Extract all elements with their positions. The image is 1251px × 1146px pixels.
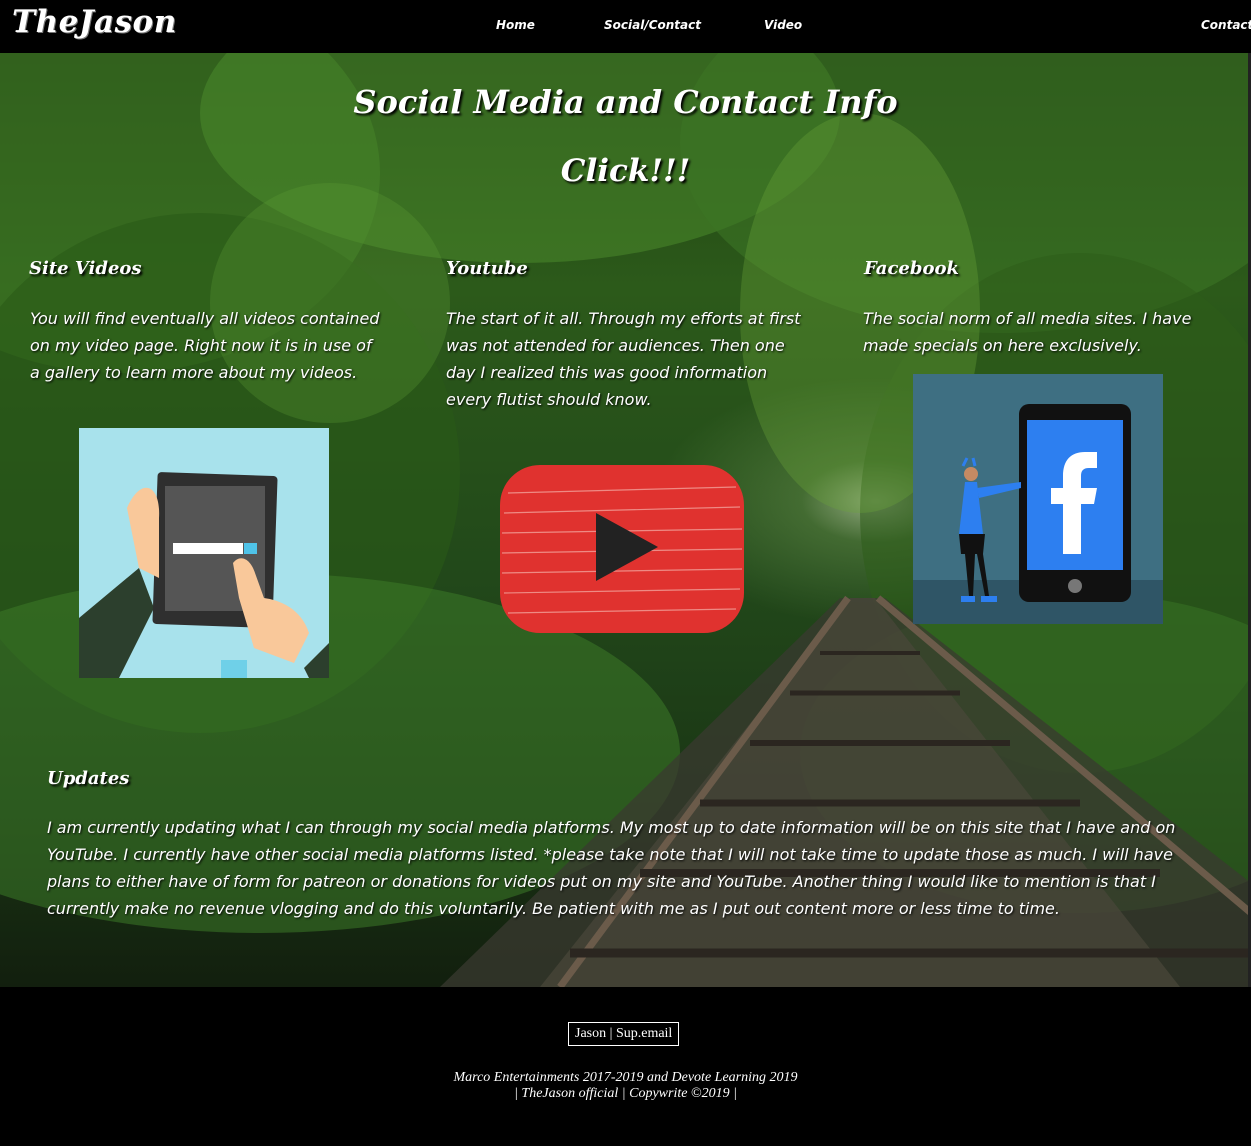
footer-contact-email[interactable]: Sup.email: [616, 1026, 672, 1041]
updates-heading: Updates: [47, 768, 130, 789]
youtube-text: The start of it all. Through my efforts …: [446, 309, 801, 409]
nav-contact[interactable]: Contact: [1201, 18, 1251, 32]
page-title: Social Media and Contact Info: [353, 83, 898, 121]
top-navbar: TheJason Home Social/Contact Video Conta…: [0, 0, 1251, 53]
facebook-text: The social norm of all media sites. I ha…: [863, 309, 1192, 355]
site-videos-text: You will find eventually all videos cont…: [30, 309, 380, 382]
facebook-phone-icon: [913, 374, 1163, 624]
footer-credit-line-2: | TheJason official | Copywrite ©2019 |: [514, 1086, 737, 1101]
footer-contact-name[interactable]: Jason: [575, 1026, 606, 1041]
hero-section: Social Media and Contact Info Click!!! S…: [0, 53, 1251, 987]
youtube-play-icon: [500, 465, 744, 633]
nav-social-contact[interactable]: Social/Contact: [604, 18, 701, 32]
youtube-heading: Youtube: [446, 258, 528, 279]
footer-credits: Marco Entertainments 2017-2019 and Devot…: [0, 1070, 1251, 1102]
tablet-search-icon: [79, 428, 329, 678]
footer: Jason | Sup.email Marco Entertainments 2…: [0, 987, 1251, 1146]
footer-contact-separator: |: [606, 1026, 616, 1041]
nav-home[interactable]: Home: [496, 18, 535, 32]
footer-credit-line-1: Marco Entertainments 2017-2019 and Devot…: [453, 1070, 798, 1085]
footer-contact-box: Jason | Sup.email: [568, 1022, 680, 1046]
facebook-heading: Facebook: [864, 258, 959, 279]
youtube-image[interactable]: [498, 463, 746, 635]
facebook-image[interactable]: [913, 374, 1163, 624]
click-prompt[interactable]: Click!!!: [0, 153, 1251, 189]
site-videos-image[interactable]: [79, 428, 329, 678]
brand-logo[interactable]: TheJason: [12, 4, 177, 40]
site-videos-heading: Site Videos: [29, 258, 142, 279]
updates-text: I am currently updating what I can throu…: [47, 818, 1176, 918]
nav-video[interactable]: Video: [764, 18, 802, 32]
